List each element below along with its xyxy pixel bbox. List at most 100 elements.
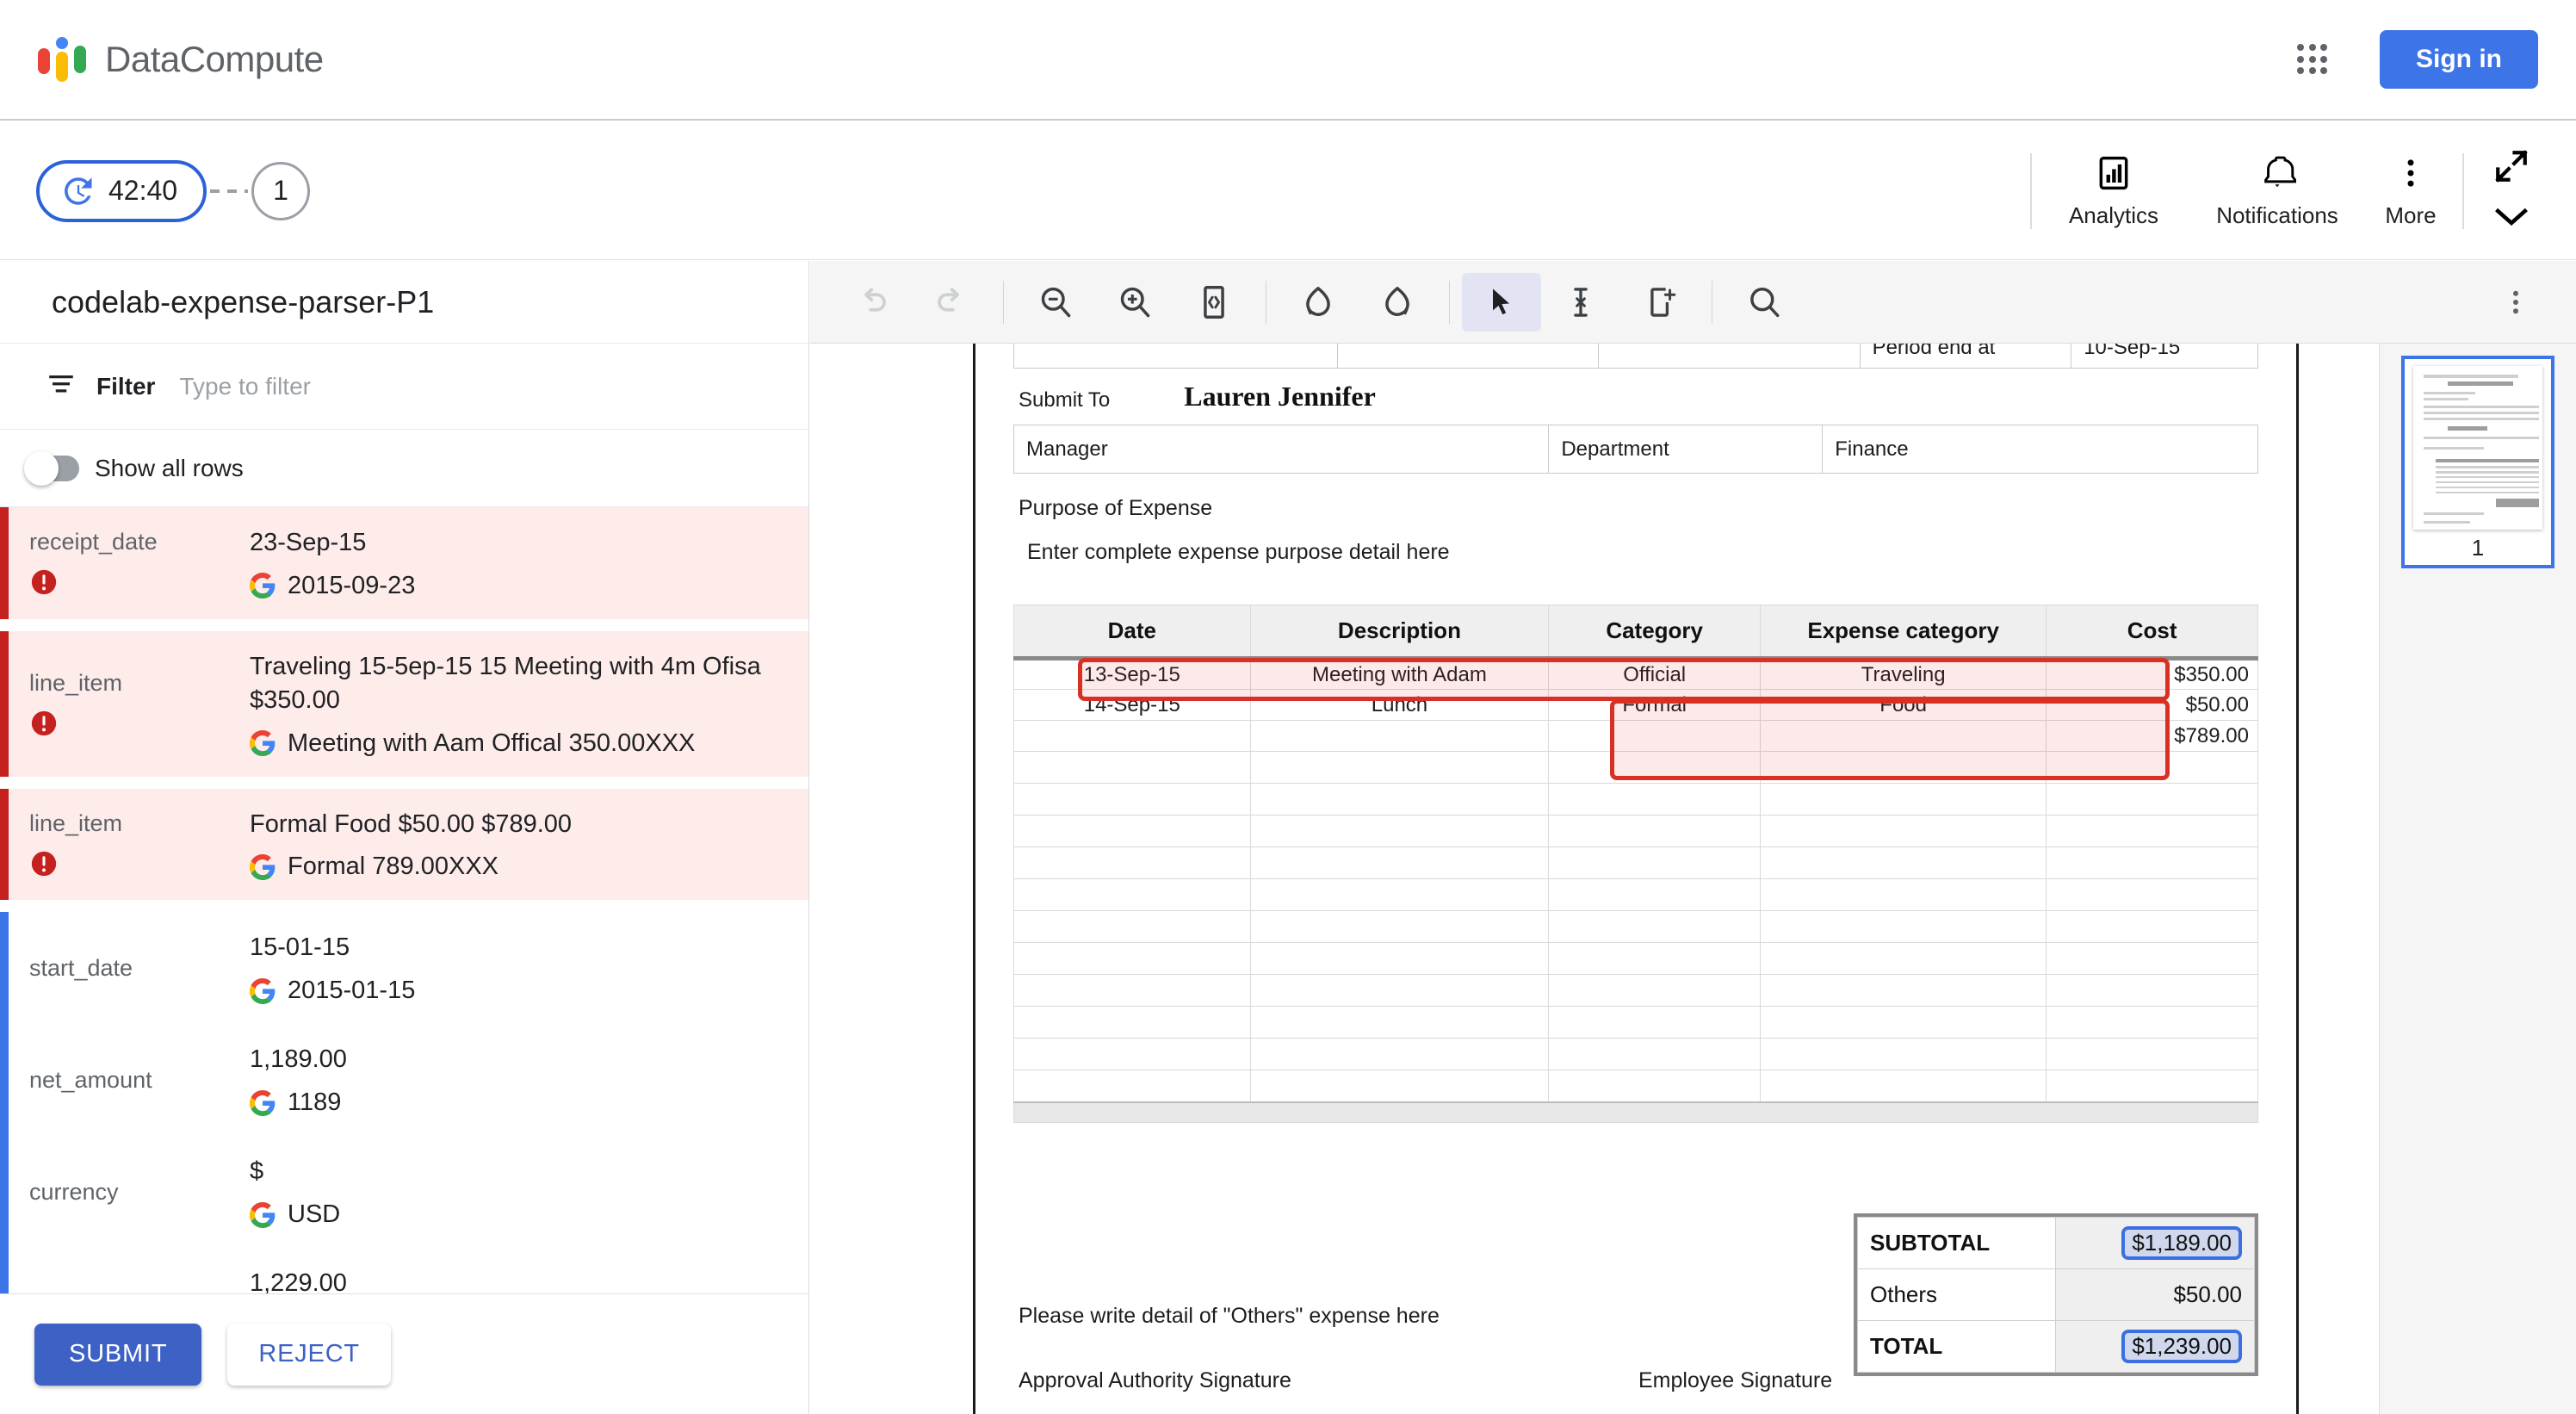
expense-col-header: Expense category: [1759, 605, 2047, 660]
expand-diagonal-icon[interactable]: [2493, 148, 2530, 189]
sign-in-button[interactable]: Sign in: [2380, 30, 2538, 89]
expense-col-header: Category: [1548, 605, 1761, 660]
show-all-rows-toggle[interactable]: [24, 450, 79, 486]
expense-cell-empty: [1249, 1006, 1550, 1039]
timer-value: 42:40: [108, 175, 178, 206]
expense-row-empty[interactable]: [1013, 1006, 2258, 1039]
extraction-row[interactable]: currency $ USD: [0, 1136, 808, 1249]
expense-row[interactable]: 13-Sep-15 Meeting with Adam Official Travel…: [1013, 658, 2258, 690]
expense-cell-empty: [1013, 815, 1251, 847]
expense-row-empty[interactable]: [1013, 942, 2258, 975]
expense-row-empty[interactable]: [1013, 910, 2258, 943]
row-value: Traveling 15-5ep-15 15 Meeting with 4m O…: [250, 650, 808, 758]
extraction-row[interactable]: line_item Formal Food $50.00 $789.00 Forma…: [0, 788, 808, 901]
divider: [1003, 280, 1004, 324]
rotate-left-icon[interactable]: [1279, 273, 1358, 332]
select-pointer-icon[interactable]: [1462, 272, 1541, 332]
extraction-row[interactable]: line_item Traveling 15-5ep-15 15 Meeting …: [0, 630, 808, 777]
expense-cell-category: [1548, 720, 1761, 752]
expense-col-header: Date: [1013, 605, 1251, 660]
extraction-row[interactable]: net_amount 1,189.00 1189: [0, 1024, 808, 1137]
department-value: Finance: [1822, 425, 2258, 474]
add-bounding-box-icon[interactable]: [1620, 273, 1700, 332]
expense-cell-empty: [1013, 783, 1251, 816]
divider: [1449, 280, 1450, 324]
notifications-button[interactable]: Notifications: [2195, 140, 2359, 243]
thumbnail-panel: 1: [2379, 344, 2576, 1414]
reject-button[interactable]: REJECT: [227, 1323, 391, 1386]
more-button[interactable]: More: [2359, 140, 2462, 243]
datacompute-logo-icon: [38, 37, 86, 82]
document-page-1: Period end at 10-Sep-15 Submit To Lauren…: [973, 344, 2299, 1414]
fit-page-icon[interactable]: [1174, 273, 1254, 332]
field-suggestion: USD: [250, 1200, 791, 1229]
department-label: Department: [1548, 425, 1824, 474]
row-value: 23-Sep-15 2015-09-23: [250, 526, 808, 600]
row-key: net_amount: [9, 1067, 250, 1094]
extraction-row[interactable]: total_amount1,229.001229: [0, 1248, 808, 1293]
suggestion-text: USD: [288, 1200, 341, 1229]
expense-row-empty[interactable]: [1013, 1070, 2258, 1102]
expense-row-empty[interactable]: [1013, 783, 2258, 816]
brand[interactable]: DataCompute: [38, 37, 324, 82]
document-more-icon[interactable]: [2476, 273, 2555, 332]
expense-cell-empty: [2046, 1038, 2258, 1070]
expense-row-empty[interactable]: [1013, 878, 2258, 911]
step-indicator-1[interactable]: 1: [251, 161, 311, 220]
expense-cell-description: [1249, 720, 1550, 752]
totals-row[interactable]: SUBTOTAL $1,189.00: [1856, 1217, 2255, 1269]
expense-cell-empty: [1548, 847, 1761, 879]
extraction-row[interactable]: start_date 15-01-15 2015-01-15: [0, 912, 808, 1025]
totals-row[interactable]: TOTAL $1,239.00: [1856, 1320, 2255, 1373]
expense-cell-empty: [1759, 1006, 2047, 1039]
analytics-button[interactable]: Analytics: [2032, 140, 2195, 243]
rotate-right-icon[interactable]: [1358, 273, 1437, 332]
document-viewer[interactable]: Period end at 10-Sep-15 Submit To Lauren…: [810, 344, 2378, 1414]
expense-cell-empty: [2046, 942, 2258, 975]
expense-row[interactable]: $789.00: [1013, 720, 2258, 752]
expense-cell-empty: [2046, 1006, 2258, 1039]
expense-cell-description: Lunch: [1249, 689, 1550, 721]
history-restore-icon: [65, 177, 92, 205]
expense-cell-empty: [1013, 847, 1251, 879]
more-label: More: [2385, 202, 2437, 228]
filter-lines-icon[interactable]: [48, 373, 74, 400]
panel-resize-controls: [2464, 140, 2559, 243]
zoom-out-icon[interactable]: [1016, 273, 1095, 332]
google-g-icon: [250, 853, 276, 880]
extraction-row[interactable]: receipt_date 23-Sep-15 2015-09-23: [0, 507, 808, 619]
expense-cell-empty: [1013, 974, 1251, 1007]
expense-row-empty[interactable]: [1013, 974, 2258, 1007]
field-suggestion: 2015-09-23: [250, 572, 791, 600]
expense-cell-empty: [1548, 815, 1761, 847]
expense-row-empty[interactable]: [1013, 815, 2258, 847]
apps-grid-icon[interactable]: [2297, 44, 2328, 75]
redo-icon[interactable]: [912, 273, 991, 332]
totals-row[interactable]: Others $50.00: [1856, 1268, 2255, 1321]
expense-row-empty[interactable]: [1013, 847, 2258, 879]
search-icon[interactable]: [1725, 273, 1804, 332]
expense-row-empty[interactable]: [1013, 751, 2258, 784]
expense-row-empty[interactable]: [1013, 1038, 2258, 1070]
thumbnail-page-1[interactable]: 1: [2401, 356, 2554, 568]
expense-row[interactable]: 14-Sep-15 Lunch Formal Food $50.00: [1013, 689, 2258, 721]
text-select-icon[interactable]: [1541, 273, 1620, 332]
expense-cell-empty: [1548, 1070, 1761, 1102]
chevron-down-icon[interactable]: [2493, 204, 2530, 234]
undo-icon[interactable]: [833, 273, 912, 332]
expense-cell-date: 13-Sep-15: [1013, 658, 1251, 690]
row-key: line_item: [9, 810, 250, 878]
field-name: receipt_date: [29, 529, 158, 555]
expense-cell-empty: [1759, 878, 2047, 911]
timer-pill[interactable]: 42:40: [36, 159, 207, 222]
zoom-in-icon[interactable]: [1095, 273, 1174, 332]
totals-label: SUBTOTAL: [1856, 1217, 2057, 1269]
others-note: Please write detail of "Others" expense …: [1019, 1304, 1440, 1328]
expense-cell-expense-category: Traveling: [1759, 658, 2047, 690]
filter-input[interactable]: [177, 371, 540, 401]
row-value: Formal Food $50.00 $789.00 Formal 789.00X…: [250, 808, 808, 882]
submit-button[interactable]: SUBMIT: [34, 1323, 202, 1386]
expense-table-wrap: Date Description Category Expense category C…: [1013, 605, 2258, 1123]
thumbnail-page-number: 1: [2471, 535, 2485, 561]
field-name: start_date: [29, 954, 133, 981]
